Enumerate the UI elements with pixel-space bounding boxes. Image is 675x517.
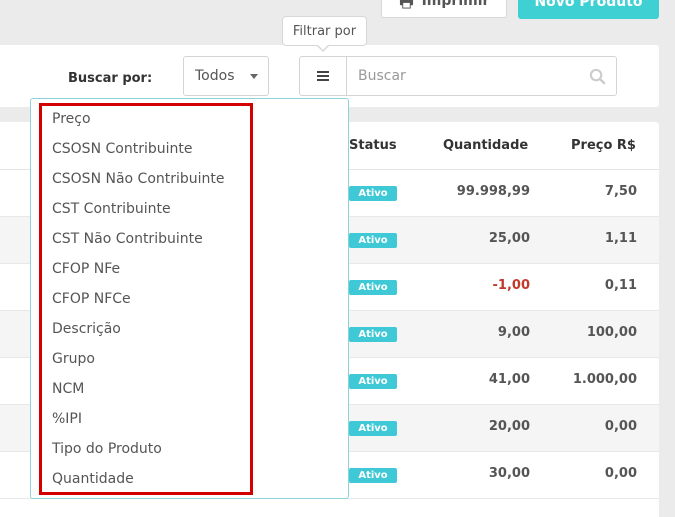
- menu-item-ncm[interactable]: NCM: [52, 381, 84, 397]
- search-placeholder: Buscar: [358, 68, 406, 84]
- quantity-cell: 30,00: [488, 466, 530, 481]
- quantity-cell: 25,00: [488, 231, 530, 246]
- status-badge: Ativo: [349, 374, 397, 389]
- menu-item-cfop-nfe[interactable]: CFOP NFe: [52, 261, 120, 277]
- menu-item-descricao[interactable]: Descrição: [52, 321, 121, 337]
- menu-item-csosn-nao-contribuinte[interactable]: CSOSN Não Contribuinte: [52, 171, 225, 187]
- quantity-cell: 99.998,99: [456, 184, 530, 199]
- menu-item-preco[interactable]: Preço: [52, 111, 91, 127]
- menu-item-cfop-nfce[interactable]: CFOP NFCe: [52, 291, 131, 307]
- column-header-quantidade[interactable]: Quantidade: [443, 138, 528, 153]
- menu-item-cst-contribuinte[interactable]: CST Contribuinte: [52, 201, 171, 217]
- quantity-cell: 41,00: [488, 372, 530, 387]
- status-badge: Ativo: [349, 233, 397, 248]
- status-badge: Ativo: [349, 421, 397, 436]
- status-badge: Ativo: [349, 186, 397, 201]
- hamburger-icon: [317, 71, 329, 81]
- column-header-preco[interactable]: Preço R$: [571, 138, 636, 153]
- menu-item-tipo-do-produto[interactable]: Tipo do Produto: [52, 441, 162, 457]
- status-select-value: Todos: [195, 68, 235, 84]
- search-input[interactable]: Buscar: [346, 56, 617, 96]
- quantity-cell: -1,00: [492, 278, 530, 293]
- caret-down-icon: [250, 74, 258, 79]
- status-badge: Ativo: [349, 280, 397, 295]
- quantity-cell: 9,00: [497, 325, 530, 340]
- menu-item-cst-nao-contribuinte[interactable]: CST Não Contribuinte: [52, 231, 203, 247]
- status-badge: Ativo: [349, 468, 397, 483]
- status-badge: Ativo: [349, 327, 397, 342]
- price-cell: 0,00: [604, 466, 637, 481]
- search-icon[interactable]: [589, 68, 606, 85]
- price-cell: 1.000,00: [572, 372, 637, 387]
- menu-item-grupo[interactable]: Grupo: [52, 351, 95, 367]
- menu-item-csosn-contribuinte[interactable]: CSOSN Contribuinte: [52, 141, 192, 157]
- tooltip-arrow-inner: [317, 44, 329, 50]
- new-product-button[interactable]: Novo Produto: [518, 0, 659, 19]
- price-cell: 0,11: [604, 278, 637, 293]
- menu-item-quantidade[interactable]: Quantidade: [52, 471, 134, 487]
- menu-item-ipi[interactable]: %IPI: [52, 411, 82, 427]
- price-cell: 100,00: [586, 325, 637, 340]
- filter-dropdown-menu: Preço CSOSN Contribuinte CSOSN Não Contr…: [30, 98, 349, 499]
- price-cell: 1,11: [604, 231, 637, 246]
- search-by-label: Buscar por:: [68, 71, 153, 86]
- column-header-status[interactable]: Status: [349, 138, 397, 153]
- filter-tooltip: Filtrar por: [282, 16, 367, 46]
- filter-menu-button[interactable]: [299, 56, 347, 96]
- printer-icon: [399, 0, 413, 9]
- print-button-label: Imprimir: [421, 0, 490, 9]
- status-select[interactable]: Todos: [183, 56, 269, 96]
- print-button[interactable]: Imprimir: [381, 0, 507, 18]
- price-cell: 7,50: [604, 184, 637, 199]
- price-cell: 0,00: [604, 419, 637, 434]
- quantity-cell: 20,00: [488, 419, 530, 434]
